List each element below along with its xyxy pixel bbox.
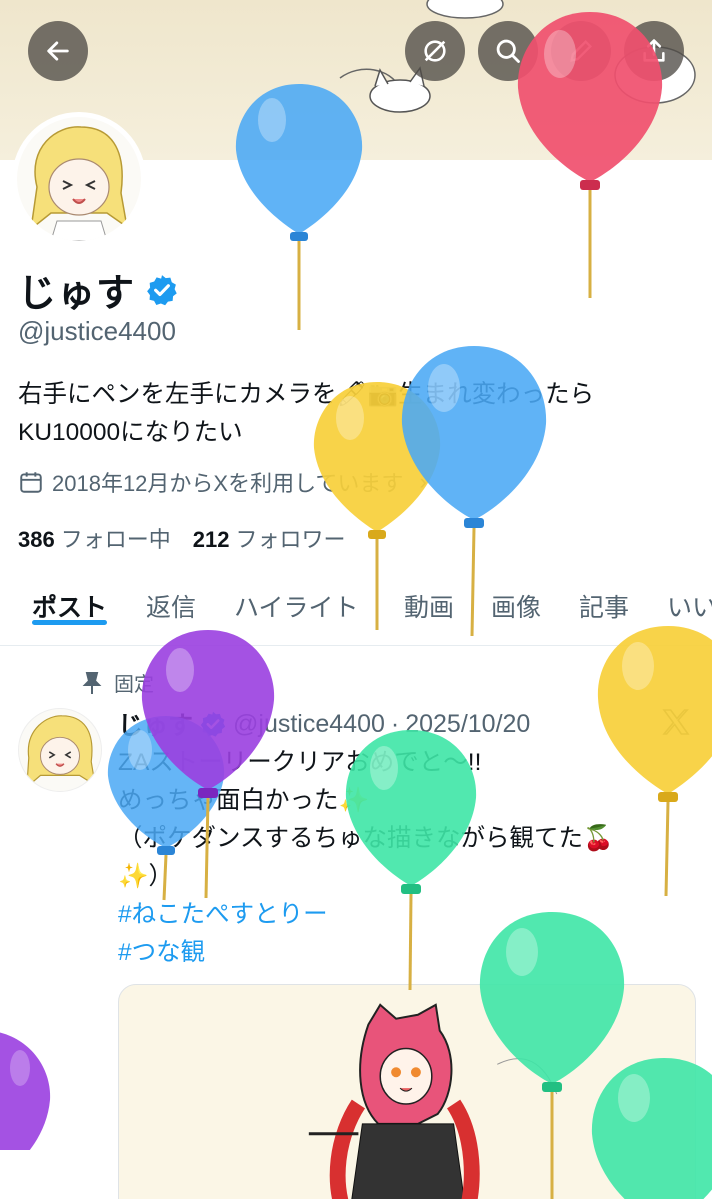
calendar-icon: [20, 472, 42, 493]
follow-stats: 386 フォロー中 212 フォロワー: [18, 522, 345, 554]
display-name: じゅす: [18, 262, 179, 317]
tab-likes[interactable]: いいね: [667, 570, 712, 624]
tab-posts[interactable]: ポスト: [32, 570, 108, 625]
verified-badge-icon: [147, 274, 177, 305]
balloon-green: [345, 730, 477, 991]
profile-handle: @justice4400: [18, 316, 176, 346]
pin-icon: [82, 671, 102, 694]
following-link[interactable]: 386 フォロー中: [18, 522, 171, 554]
tab-articles[interactable]: 記事: [579, 570, 629, 624]
avatar-illustration: [26, 715, 96, 789]
avatar-illustration: [29, 126, 129, 241]
back-button[interactable]: [28, 21, 88, 81]
grok-button[interactable]: [405, 21, 465, 81]
balloon-red: [517, 12, 663, 298]
balloon-green: [591, 1058, 712, 1199]
tab-replies[interactable]: 返信: [146, 570, 196, 624]
balloon-purple: [141, 630, 275, 899]
post-author-avatar[interactable]: [18, 708, 102, 792]
arrow-left-icon: [47, 41, 69, 61]
balloon-blue: [235, 84, 363, 330]
circle-slash-icon: [424, 40, 446, 62]
balloon-yellow: [597, 626, 712, 897]
balloon-purple: [0, 1032, 51, 1150]
balloon-blue: [401, 346, 547, 637]
profile-avatar[interactable]: [12, 112, 146, 246]
